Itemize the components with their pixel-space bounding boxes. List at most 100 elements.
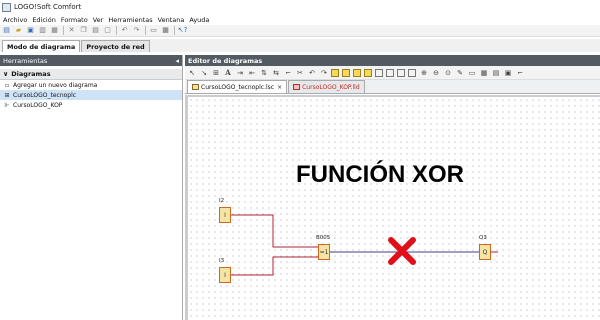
fbd-file-icon — [192, 84, 199, 90]
output-symbol: Q — [482, 248, 488, 256]
menu-archivo[interactable]: Archivo — [3, 16, 27, 24]
undo-tool-icon[interactable]: ↶ — [307, 68, 317, 78]
file-tabs: CursoLOGO_tecnoplc.lsc × CursoLOGO_KOP.l… — [185, 80, 600, 94]
redo-icon[interactable]: ↷ — [132, 26, 141, 35]
menu-herramientas[interactable]: Herramientas — [108, 16, 152, 24]
ladder-file-icon — [293, 84, 301, 90]
tools-panel: Herramientas ◂ ∨ Diagramas ▫ Agregar un … — [0, 55, 183, 320]
page-view-icon[interactable] — [375, 68, 383, 77]
toolbar-divider — [145, 26, 146, 35]
redo-tool-icon[interactable]: ↷ — [319, 68, 329, 78]
co-block-icon[interactable] — [331, 68, 339, 77]
tab-label: CursoLOGO_tecnoplc.lsc — [201, 83, 275, 91]
add-diagram-icon: ▫ — [4, 81, 10, 89]
gate-b005-label: B005 — [316, 235, 331, 241]
diagram-title: FUNCIÓN XOR — [296, 161, 464, 188]
undo-icon[interactable]: ↶ — [120, 26, 129, 35]
sf-block-icon[interactable] — [353, 68, 361, 77]
split-view-icon[interactable] — [386, 68, 394, 77]
tree-item-label: CursoLOGO_KOP — [13, 101, 63, 109]
cut-icon[interactable]: ✕ — [67, 26, 76, 35]
cut-tool-icon[interactable]: ✂ — [295, 68, 305, 78]
signal-icon[interactable]: ⌐ — [515, 68, 525, 78]
diagram-canvas[interactable]: FUNCIÓN XOR I2 I I3 I B005 =1 Q3 Q — [188, 97, 600, 320]
save-as-icon[interactable]: ▥ — [38, 26, 47, 35]
tree-item-cursologo-tecnoplc[interactable]: ⊞ CursoLOGO_tecnoplc — [0, 90, 182, 100]
device-icon[interactable]: ▣ — [503, 68, 513, 78]
connect-tool-icon[interactable]: ↘ — [199, 68, 209, 78]
wiring-layer — [231, 214, 498, 276]
ladder-diagram-icon: ⊩ — [4, 101, 10, 109]
close-tab-icon[interactable]: × — [277, 84, 282, 91]
windows-icon[interactable]: ▭ — [149, 26, 158, 35]
toolbar-divider — [116, 26, 117, 35]
route-wire-icon[interactable]: ⌐ — [283, 68, 293, 78]
diagram-editor: Editor de diagramas ↖ ↘ ⊞ A ⇥ ⇤ ⇅ ⇆ ⌐ ✂ … — [185, 55, 600, 320]
diagrams-section-header[interactable]: ∨ Diagramas — [0, 69, 182, 80]
join-wire-icon[interactable]: ⇤ — [247, 68, 257, 78]
tab-diagram-mode[interactable]: Modo de diagrama — [2, 40, 81, 52]
online-test-icon[interactable]: ▦ — [479, 68, 489, 78]
gf-block-icon[interactable] — [342, 68, 350, 77]
grid-icon[interactable]: ▦ — [161, 26, 170, 35]
tree-item-cursologo-kop[interactable]: ⊩ CursoLOGO_KOP — [0, 100, 182, 110]
tree-item-add-diagram[interactable]: ▫ Agregar un nuevo diagrama — [0, 80, 182, 90]
new-file-icon[interactable]: ▤ — [2, 26, 11, 35]
full-view-icon[interactable] — [397, 68, 405, 77]
udf-block-icon[interactable] — [364, 68, 372, 77]
title-bar: LOGO!Soft Comfort — [0, 0, 600, 14]
tools-panel-header: Herramientas ◂ — [0, 55, 182, 66]
menu-edicion[interactable]: Edición — [32, 16, 56, 24]
editor-header: Editor de diagramas — [185, 55, 600, 66]
transfer-icon[interactable]: ▤ — [491, 68, 501, 78]
wire-i2[interactable] — [231, 214, 318, 248]
input-i3-block[interactable]: I — [219, 267, 231, 283]
diagrams-section-title: Diagramas — [11, 70, 51, 78]
zoom-in-icon[interactable]: ⊕ — [419, 68, 429, 78]
zoom-fit-icon[interactable]: ⊙ — [443, 68, 453, 78]
window-title: LOGO!Soft Comfort — [14, 3, 82, 11]
cross-mark-icon — [388, 237, 416, 265]
pen-icon[interactable]: ✎ — [455, 68, 465, 78]
input-i2-label: I2 — [219, 198, 225, 204]
delete-icon[interactable]: ▢ — [103, 26, 112, 35]
input-symbol: I — [224, 211, 226, 219]
menu-ayuda[interactable]: Ayuda — [189, 16, 209, 24]
tab-network-project[interactable]: Proyecto de red — [81, 40, 150, 52]
print-icon[interactable]: ▦ — [50, 26, 59, 35]
menu-ventana[interactable]: Ventana — [158, 16, 185, 24]
xor-gate-block[interactable]: =1 — [318, 244, 330, 260]
zoom-out-icon[interactable]: ⊖ — [431, 68, 441, 78]
tree-item-label: CursoLOGO_tecnoplc — [13, 91, 77, 99]
copy-icon[interactable]: ❐ — [79, 26, 88, 35]
output-q3-block[interactable]: Q — [479, 244, 491, 260]
select-tool-icon[interactable]: ↖ — [187, 68, 197, 78]
output-q3-label: Q3 — [479, 235, 487, 241]
tools-panel-title: Herramientas — [3, 56, 48, 65]
collapse-left-icon[interactable]: ◂ — [175, 57, 179, 65]
save-icon[interactable]: ▣ — [26, 26, 35, 35]
chevron-down-icon: ∨ — [3, 70, 9, 78]
align-vertical-icon[interactable]: ⇅ — [259, 68, 269, 78]
help-icon[interactable]: ↖? — [178, 26, 188, 35]
simulation-icon[interactable]: ▭ — [467, 68, 477, 78]
paste-icon[interactable]: ▤ — [91, 26, 100, 35]
tab-cursologo-tecnoplc[interactable]: CursoLOGO_tecnoplc.lsc × — [187, 80, 288, 93]
constants-tool-icon[interactable]: ⊞ — [211, 68, 221, 78]
text-tool-icon[interactable]: A — [223, 68, 233, 78]
tab-cursologo-kop[interactable]: CursoLOGO_KOP.lld — [288, 80, 365, 93]
main-toolbar: ▤ ▰ ▣ ▥ ▦ ✕ ❐ ▤ ▢ ↶ ↷ ▭ ▦ ↖? — [0, 25, 600, 37]
menu-ver[interactable]: Ver — [93, 16, 104, 24]
columns-view-icon[interactable] — [408, 68, 416, 77]
toolbar-divider — [174, 26, 175, 35]
input-i2-block[interactable]: I — [219, 207, 231, 223]
split-wire-icon[interactable]: ⇥ — [235, 68, 245, 78]
align-horizontal-icon[interactable]: ⇆ — [271, 68, 281, 78]
menu-formato[interactable]: Formato — [61, 16, 88, 24]
menu-bar: Archivo Edición Formato Ver Herramientas… — [0, 14, 600, 25]
app-logo-icon — [2, 2, 11, 12]
gate-symbol: =1 — [319, 248, 329, 256]
wire-i3[interactable] — [231, 256, 318, 276]
diagram-canvas-area: FUNCIÓN XOR I2 I I3 I B005 =1 Q3 Q — [185, 95, 600, 320]
open-folder-icon[interactable]: ▰ — [14, 26, 23, 35]
